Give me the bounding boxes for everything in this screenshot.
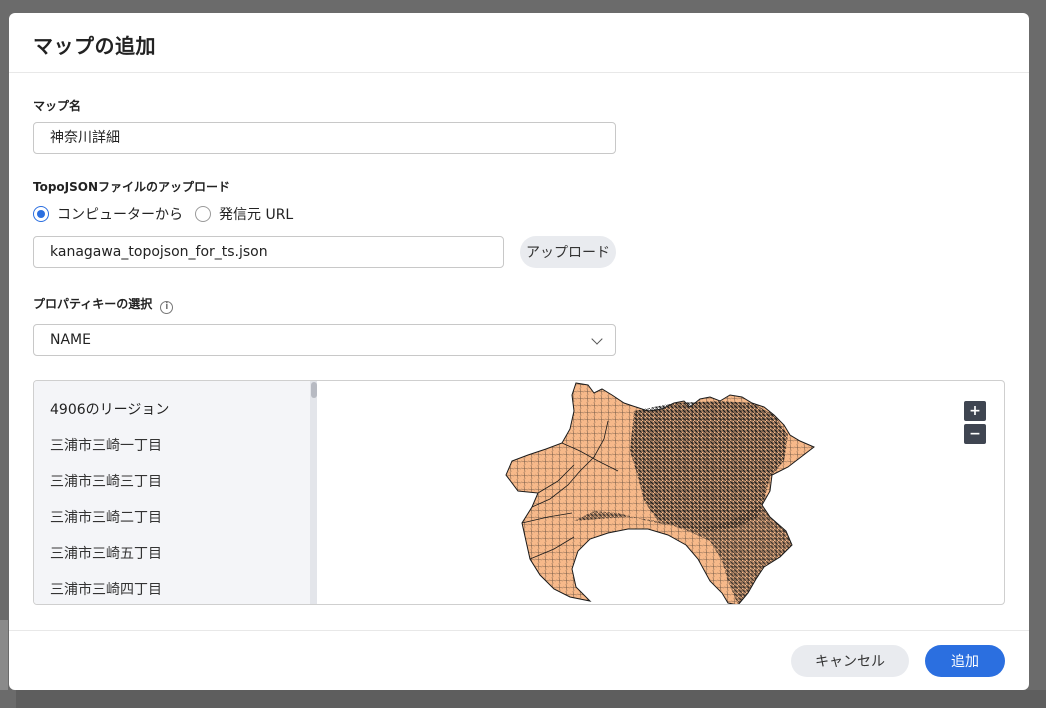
region-list-scrollbar[interactable]	[310, 381, 317, 604]
dialog-header: マップの追加	[9, 13, 1029, 73]
kanagawa-map	[505, 382, 815, 604]
radio-from-url[interactable]	[195, 206, 211, 222]
backdrop-edge	[0, 620, 8, 690]
region-count-header: 4906のリージョン	[50, 402, 170, 418]
upload-button[interactable]: アップロード	[520, 236, 616, 268]
backdrop-bottom	[16, 690, 1046, 708]
list-item[interactable]: 三浦市三崎一丁目	[50, 435, 162, 455]
list-item[interactable]: 三浦市三崎五丁目	[50, 543, 162, 563]
zoom-out-button[interactable]: −	[964, 424, 986, 444]
upload-source-options: コンピューターから 発信元 URL	[33, 204, 305, 224]
map-canvas[interactable]	[318, 381, 1004, 604]
map-name-input[interactable]: 神奈川詳細	[33, 122, 616, 154]
list-item[interactable]: 三浦市三崎二丁目	[50, 507, 162, 527]
cancel-button[interactable]: キャンセル	[791, 645, 909, 677]
add-button[interactable]: 追加	[925, 645, 1005, 677]
property-key-label-text: プロパティキーの選択	[33, 297, 153, 311]
add-map-dialog: マップの追加 マップ名 神奈川詳細 TopoJSONファイルのアップロード コン…	[9, 13, 1029, 690]
property-key-label: プロパティキーの選択 i	[33, 295, 174, 314]
topojson-upload-label: TopoJSONファイルのアップロード	[33, 180, 231, 194]
dialog-footer: キャンセル 追加	[9, 630, 1029, 690]
list-item[interactable]: 三浦市三崎四丁目	[50, 579, 162, 599]
radio-from-computer-label[interactable]: コンピューターから	[57, 204, 183, 224]
radio-from-url-label[interactable]: 発信元 URL	[219, 204, 293, 224]
chevron-down-icon	[591, 333, 603, 345]
file-name-input[interactable]: kanagawa_topojson_for_ts.json	[33, 236, 504, 268]
dialog-title: マップの追加	[33, 34, 156, 58]
info-icon[interactable]: i	[160, 301, 174, 314]
region-list: 4906のリージョン 三浦市三崎一丁目 三浦市三崎三丁目 三浦市三崎二丁目 三浦…	[34, 381, 317, 604]
list-item[interactable]: 三浦市三崎三丁目	[50, 471, 162, 491]
property-key-select[interactable]: NAME	[33, 324, 616, 356]
property-key-selected: NAME	[50, 332, 91, 348]
map-preview: 4906のリージョン 三浦市三崎一丁目 三浦市三崎三丁目 三浦市三崎二丁目 三浦…	[33, 380, 1005, 605]
scrollbar-thumb[interactable]	[311, 382, 317, 398]
map-name-label: マップ名	[33, 99, 82, 113]
zoom-in-button[interactable]: +	[964, 401, 986, 421]
radio-from-computer[interactable]	[33, 206, 49, 222]
